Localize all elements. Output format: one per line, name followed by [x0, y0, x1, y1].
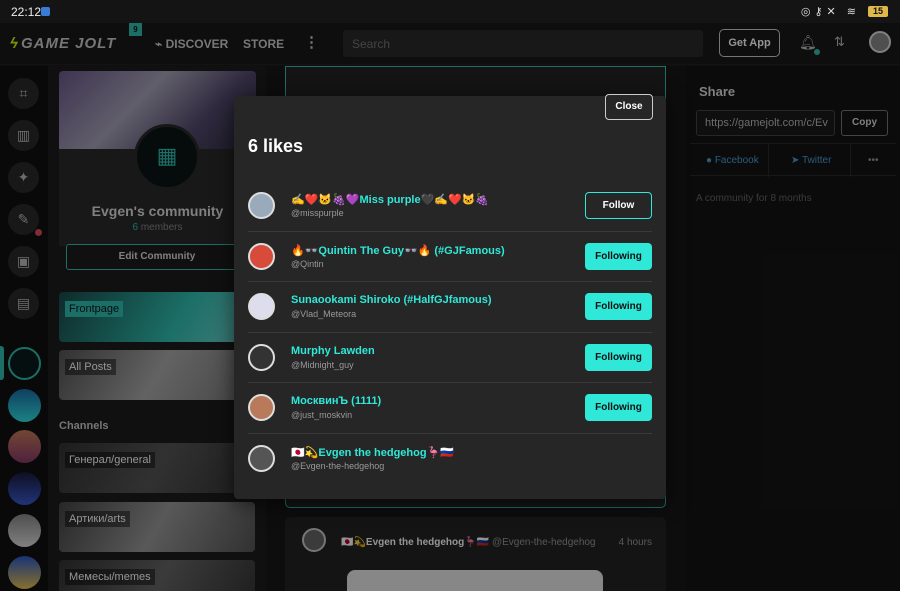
user-avatar[interactable]	[248, 343, 275, 371]
notification-icon	[41, 7, 50, 16]
status-bar: 22:12 ◎⚷✕ ≋ 15	[0, 0, 900, 23]
list-item: ✍️❤️🐱🍇💜Miss purple🖤✍️❤️🐱🍇 @misspurple Fo…	[248, 181, 652, 232]
close-button[interactable]: Close	[605, 94, 653, 120]
system-icons: ◎⚷✕ ≋	[800, 6, 860, 18]
user-avatar[interactable]	[248, 394, 275, 422]
user-handle: @Qintin	[291, 258, 324, 269]
user-name[interactable]: ✍️❤️🐱🍇💜Miss purple🖤✍️❤️🐱🍇	[291, 193, 489, 206]
user-name[interactable]: 🔥👓Quintin The Guy👓🔥 (#GJFamous)	[291, 244, 505, 257]
following-button[interactable]: Following	[585, 242, 652, 270]
user-name[interactable]: Murphy Lawden	[291, 345, 375, 357]
list-item: Sunaookami Shiroko (#HalfGJfamous) @Vlad…	[248, 282, 652, 333]
user-handle: @Vlad_Meteora	[291, 309, 357, 320]
user-name[interactable]: МосквинЪ (1111)	[291, 395, 381, 407]
user-name[interactable]: 🇯🇵💫Evgen the hedgehog🦩🇷🇺	[291, 446, 454, 459]
list-item: 🇯🇵💫Evgen the hedgehog🦩🇷🇺 @Evgen-the-hedg…	[248, 434, 652, 485]
likes-modal: Close 6 likes ✍️❤️🐱🍇💜Miss purple🖤✍️❤️🐱🍇 …	[234, 94, 666, 499]
user-handle: @Midnight_guy	[291, 359, 354, 370]
following-button[interactable]: Following	[585, 394, 652, 422]
user-handle: @misspurple	[291, 208, 344, 218]
user-handle: @Evgen-the-hedgehog	[291, 460, 385, 471]
clock: 22:12	[11, 5, 42, 19]
user-avatar[interactable]	[248, 242, 275, 270]
following-button[interactable]: Following	[585, 293, 652, 321]
modal-title: 6 likes	[248, 136, 304, 156]
list-item: 🔥👓Quintin The Guy👓🔥 (#GJFamous) @Qintin …	[248, 232, 652, 283]
follow-button[interactable]: Follow	[585, 192, 652, 219]
user-avatar[interactable]	[248, 444, 275, 472]
user-handle: @just_moskvin	[291, 410, 353, 421]
following-button[interactable]: Following	[585, 343, 652, 371]
list-item: Murphy Lawden @Midnight_guy Following	[248, 333, 652, 384]
battery-icon: 15	[868, 6, 888, 17]
user-avatar[interactable]	[248, 192, 275, 219]
list-item: МосквинЪ (1111) @just_moskvin Following	[248, 383, 652, 434]
user-name[interactable]: Sunaookami Shiroko (#HalfGJfamous)	[291, 294, 491, 306]
likes-list: ✍️❤️🐱🍇💜Miss purple🖤✍️❤️🐱🍇 @misspurple Fo…	[234, 181, 666, 485]
user-avatar[interactable]	[248, 293, 275, 321]
